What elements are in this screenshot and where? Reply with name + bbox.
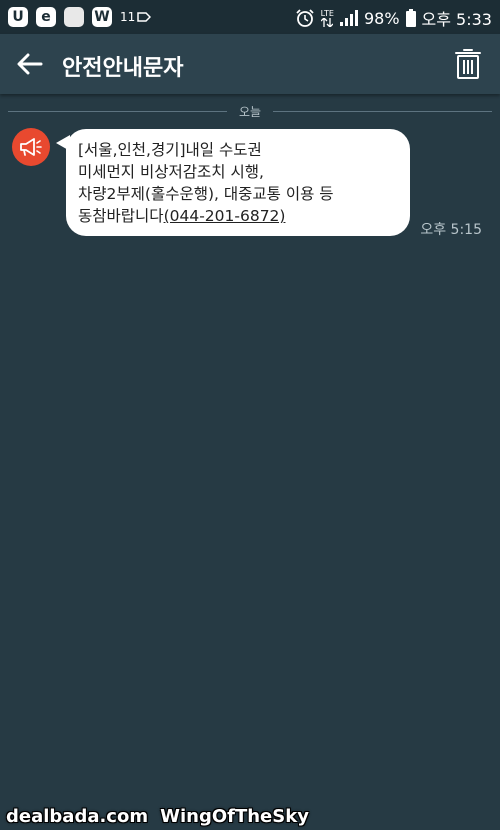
battery-icon bbox=[405, 9, 416, 27]
back-arrow-icon bbox=[17, 53, 43, 75]
app-bar: 안전안내문자 bbox=[0, 34, 500, 94]
watermark-site: dealbada.com bbox=[6, 806, 149, 827]
message-line: 미세먼지 비상저감조치 시행, bbox=[78, 163, 264, 181]
blank-app-icon bbox=[64, 7, 84, 27]
phone-number-link[interactable]: (044-201-6872) bbox=[164, 207, 286, 225]
signal-icon bbox=[339, 10, 358, 26]
e-app-icon: e bbox=[36, 7, 56, 27]
date-label: 오늘 bbox=[238, 104, 262, 119]
back-button[interactable] bbox=[14, 49, 46, 79]
trash-icon bbox=[455, 49, 481, 79]
message-last-line: 동참바랍니다(044-201-6872) bbox=[78, 205, 396, 227]
message-bubble[interactable]: [서울,인천,경기]내일 수도권 미세먼지 비상저감조치 시행, 차량2부제(홀… bbox=[66, 129, 410, 236]
date-divider: 오늘 bbox=[8, 103, 492, 119]
lte-label: LTE bbox=[320, 8, 334, 18]
message-line: 차량2부제(홀수운행), 대중교통 이용 등 bbox=[78, 185, 334, 203]
lte-indicator: LTE bbox=[320, 8, 334, 27]
divider-line-right bbox=[273, 110, 492, 112]
status-bar: U e W 11 LTE 98% 오후 5:33 bbox=[0, 0, 500, 34]
page-title: 안전안내문자 bbox=[62, 56, 184, 81]
notification-icons: U e W 11 bbox=[8, 7, 152, 27]
cast-icon bbox=[137, 12, 152, 22]
megaphone-icon bbox=[20, 138, 42, 156]
divider-line-left bbox=[8, 110, 227, 112]
watermark: dealbada.com WingOfTheSky bbox=[6, 806, 309, 827]
message-timestamp: 오후 5:15 bbox=[420, 222, 482, 238]
w-app-icon: W bbox=[92, 7, 112, 27]
delete-button[interactable] bbox=[452, 46, 484, 82]
status-clock: 오후 5:33 bbox=[421, 10, 492, 29]
sender-avatar[interactable] bbox=[12, 128, 50, 166]
notification-count-text: 11 bbox=[120, 10, 136, 24]
u-app-icon: U bbox=[8, 7, 28, 27]
battery-percent: 98% bbox=[363, 8, 400, 28]
data-arrows-icon bbox=[321, 17, 334, 27]
watermark-author: WingOfTheSky bbox=[160, 806, 309, 827]
system-status-icons: LTE 98% 오후 5:33 bbox=[295, 6, 492, 30]
notification-count: 11 bbox=[120, 10, 152, 24]
alarm-icon bbox=[296, 9, 314, 27]
message-line: [서울,인천,경기]내일 수도권 bbox=[78, 141, 262, 159]
message-line-prefix: 동참바랍니다 bbox=[78, 207, 164, 225]
